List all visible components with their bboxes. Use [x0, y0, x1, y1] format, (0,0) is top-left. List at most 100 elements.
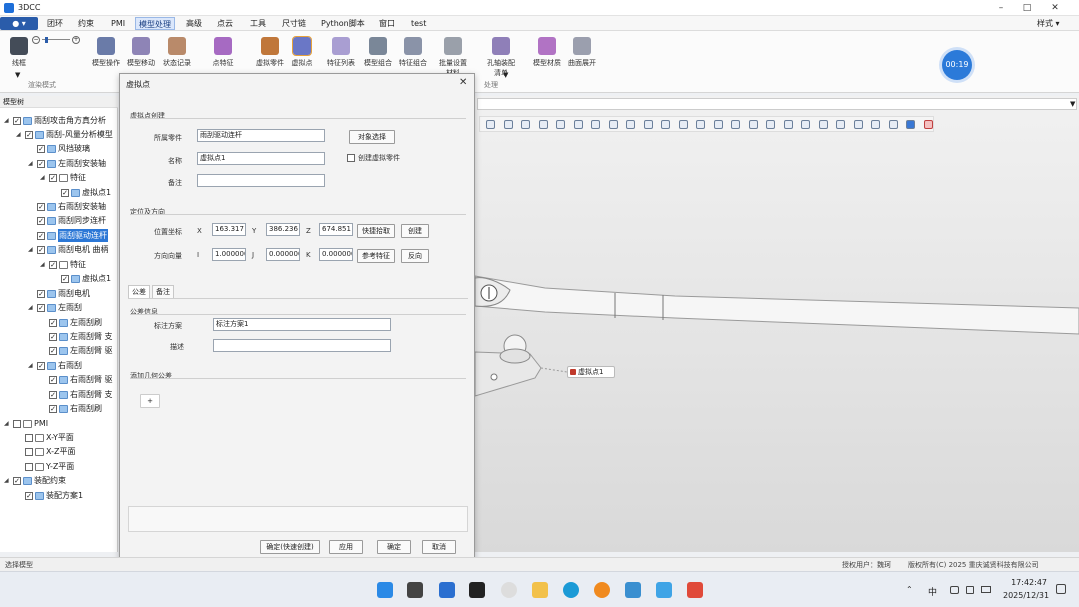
tree-toggle-icon[interactable]: ◢	[40, 258, 47, 271]
select-icon[interactable]	[783, 120, 793, 129]
tree-checkbox[interactable]	[13, 419, 21, 428]
recording-timer[interactable]: 00:19	[942, 50, 972, 80]
menu-item[interactable]: 尺寸链	[279, 17, 309, 30]
3dcc-app-icon[interactable]	[439, 582, 455, 598]
maximize-button[interactable]: □	[1016, 2, 1038, 14]
chevron-down-icon[interactable]: ▼	[1070, 100, 1075, 108]
tree-node[interactable]: ✓ 风挡玻璃	[28, 142, 90, 155]
wps-icon[interactable]	[687, 582, 703, 598]
tree-node[interactable]: ◢ PMI	[4, 417, 48, 430]
zoom-slider[interactable]: − +	[32, 36, 80, 44]
confirm-button[interactable]: 确定	[377, 540, 411, 554]
tree-checkbox[interactable]: ✓	[37, 303, 45, 312]
menu-item[interactable]: 工具	[247, 17, 269, 30]
undo-icon[interactable]	[486, 120, 495, 129]
tree-checkbox[interactable]: ✓	[25, 491, 33, 500]
tree-node[interactable]: ✓ 右雨刮臂 支	[40, 388, 113, 401]
tree-checkbox[interactable]: ✓	[49, 346, 57, 355]
tab-tolerance[interactable]: 公差	[128, 285, 150, 298]
tray-chevron-icon[interactable]: ⌃	[906, 585, 913, 594]
tree-node[interactable]: ✓ 虚拟点1	[52, 186, 111, 199]
terminal-icon[interactable]	[469, 582, 485, 598]
ribbon-button-model-combine[interactable]: 模型组合	[361, 37, 395, 68]
tree-node[interactable]: ✓ 雨刮驱动连杆	[28, 229, 108, 242]
tree-checkbox[interactable]: ✓	[37, 245, 45, 254]
tree-checkbox[interactable]: ✓	[49, 318, 57, 327]
view-bottom-icon[interactable]	[573, 120, 583, 129]
tree-checkbox[interactable]	[25, 447, 33, 456]
tree-toggle-icon[interactable]: ◢	[28, 243, 35, 256]
tree-checkbox[interactable]: ✓	[37, 231, 45, 240]
ribbon-button-move[interactable]: 模型移动	[124, 37, 158, 68]
tree-toggle-icon[interactable]: ◢	[40, 171, 47, 184]
tree-checkbox[interactable]: ✓	[49, 375, 57, 384]
tree-checkbox[interactable]: ✓	[37, 361, 45, 370]
menu-item[interactable]: PMI	[108, 17, 128, 30]
ribbon-button-globe[interactable]: 线框	[2, 37, 36, 68]
task-view-icon[interactable]	[407, 582, 423, 598]
ribbon-button-virtual-part[interactable]: 虚拟零件	[253, 37, 287, 68]
pan-icon[interactable]	[731, 120, 740, 129]
ribbon-button-material[interactable]: 批量设置材料	[436, 37, 470, 78]
ribbon-button-record[interactable]: 状态记录	[160, 37, 194, 68]
filter-icon[interactable]	[801, 120, 810, 129]
tab-remark[interactable]: 备注	[152, 285, 174, 298]
measure-icon[interactable]	[643, 120, 653, 129]
battery-icon[interactable]	[981, 586, 991, 593]
tree-checkbox[interactable]: ✓	[49, 404, 57, 413]
tree-node[interactable]: ✓ 左雨刮臂 支	[40, 330, 113, 343]
tree-node[interactable]: ◢ ✓ 雨刮-风量分析模型	[16, 128, 113, 141]
chevron-down-icon[interactable]: ▼	[503, 71, 508, 79]
tree-node[interactable]: ◢ ✓ 左雨刮安装轴	[28, 157, 106, 170]
dir-j-field[interactable]: 0.000000	[266, 248, 300, 261]
rotate-icon[interactable]	[713, 120, 723, 129]
show-icon[interactable]	[836, 120, 845, 129]
tree-node[interactable]: ◢ ✓ 左雨刮	[28, 301, 82, 314]
tree-node[interactable]: ✓ 右雨刮臂 驱	[40, 373, 113, 386]
remark-field[interactable]	[197, 174, 325, 187]
tree-node[interactable]: ◢ ✓ 雨刮攻击角方真分析	[4, 114, 106, 127]
menu-item[interactable]: 点云	[214, 17, 236, 30]
tree-toggle-icon[interactable]: ◢	[28, 359, 35, 372]
tree-node[interactable]: X-Z平面	[16, 445, 75, 458]
tree-checkbox[interactable]: ✓	[37, 159, 45, 168]
axis-icon[interactable]	[748, 120, 758, 129]
tree-checkbox[interactable]: ✓	[37, 289, 45, 298]
tree-checkbox[interactable]: ✓	[49, 390, 57, 399]
ribbon-button-virtual-point[interactable]: 虚拟点	[285, 36, 319, 68]
3d-viewport[interactable]: 虚拟点1	[475, 96, 1079, 552]
ime-indicator[interactable]: 中	[928, 585, 937, 598]
notification-icon[interactable]	[1056, 584, 1066, 594]
menu-item[interactable]: 模型处理	[135, 17, 175, 30]
tree-checkbox[interactable]: ✓	[13, 116, 21, 125]
section-icon[interactable]	[661, 120, 670, 129]
tree-checkbox[interactable]	[25, 433, 33, 442]
pos-x-field[interactable]: 163.317	[212, 223, 246, 236]
ribbon-button-molecule[interactable]: 模型操作	[89, 37, 123, 68]
apply-button[interactable]: 应用	[329, 540, 363, 554]
ribbon-button-hole-axis[interactable]: 孔轴装配清单	[484, 37, 518, 78]
menu-item[interactable]: 高级	[183, 17, 205, 30]
search-app-icon[interactable]	[594, 582, 610, 598]
virtual-point-label[interactable]: 虚拟点1	[567, 366, 615, 378]
menu-item[interactable]: 约束	[75, 17, 97, 30]
tree-checkbox[interactable]: ✓	[37, 216, 45, 225]
zoom-in-icon[interactable]: +	[72, 36, 80, 44]
redo-icon[interactable]	[503, 120, 513, 129]
ribbon-button-feature-combine[interactable]: 特征组合	[396, 37, 430, 68]
isolate-icon[interactable]	[853, 120, 863, 129]
tree-checkbox[interactable]: ✓	[25, 130, 33, 139]
view-left-icon[interactable]	[591, 120, 600, 129]
cancel-button[interactable]: 取消	[422, 540, 456, 554]
file-explorer-icon[interactable]	[532, 582, 548, 598]
add-tolerance-button[interactable]: +	[140, 394, 160, 408]
chevron-down-icon[interactable]: ▼	[15, 71, 20, 79]
tree-node[interactable]: Y-Z平面	[16, 460, 74, 473]
monitor-app-icon[interactable]	[625, 582, 641, 598]
tree-checkbox[interactable]: ✓	[13, 476, 21, 485]
tree-node[interactable]: ◢ ✓ 特征	[40, 171, 86, 184]
pos-z-field[interactable]: 674.851	[319, 223, 353, 236]
tree-checkbox[interactable]: ✓	[37, 144, 45, 153]
tree-checkbox[interactable]: ✓	[61, 274, 69, 283]
fit-icon[interactable]	[678, 120, 688, 129]
